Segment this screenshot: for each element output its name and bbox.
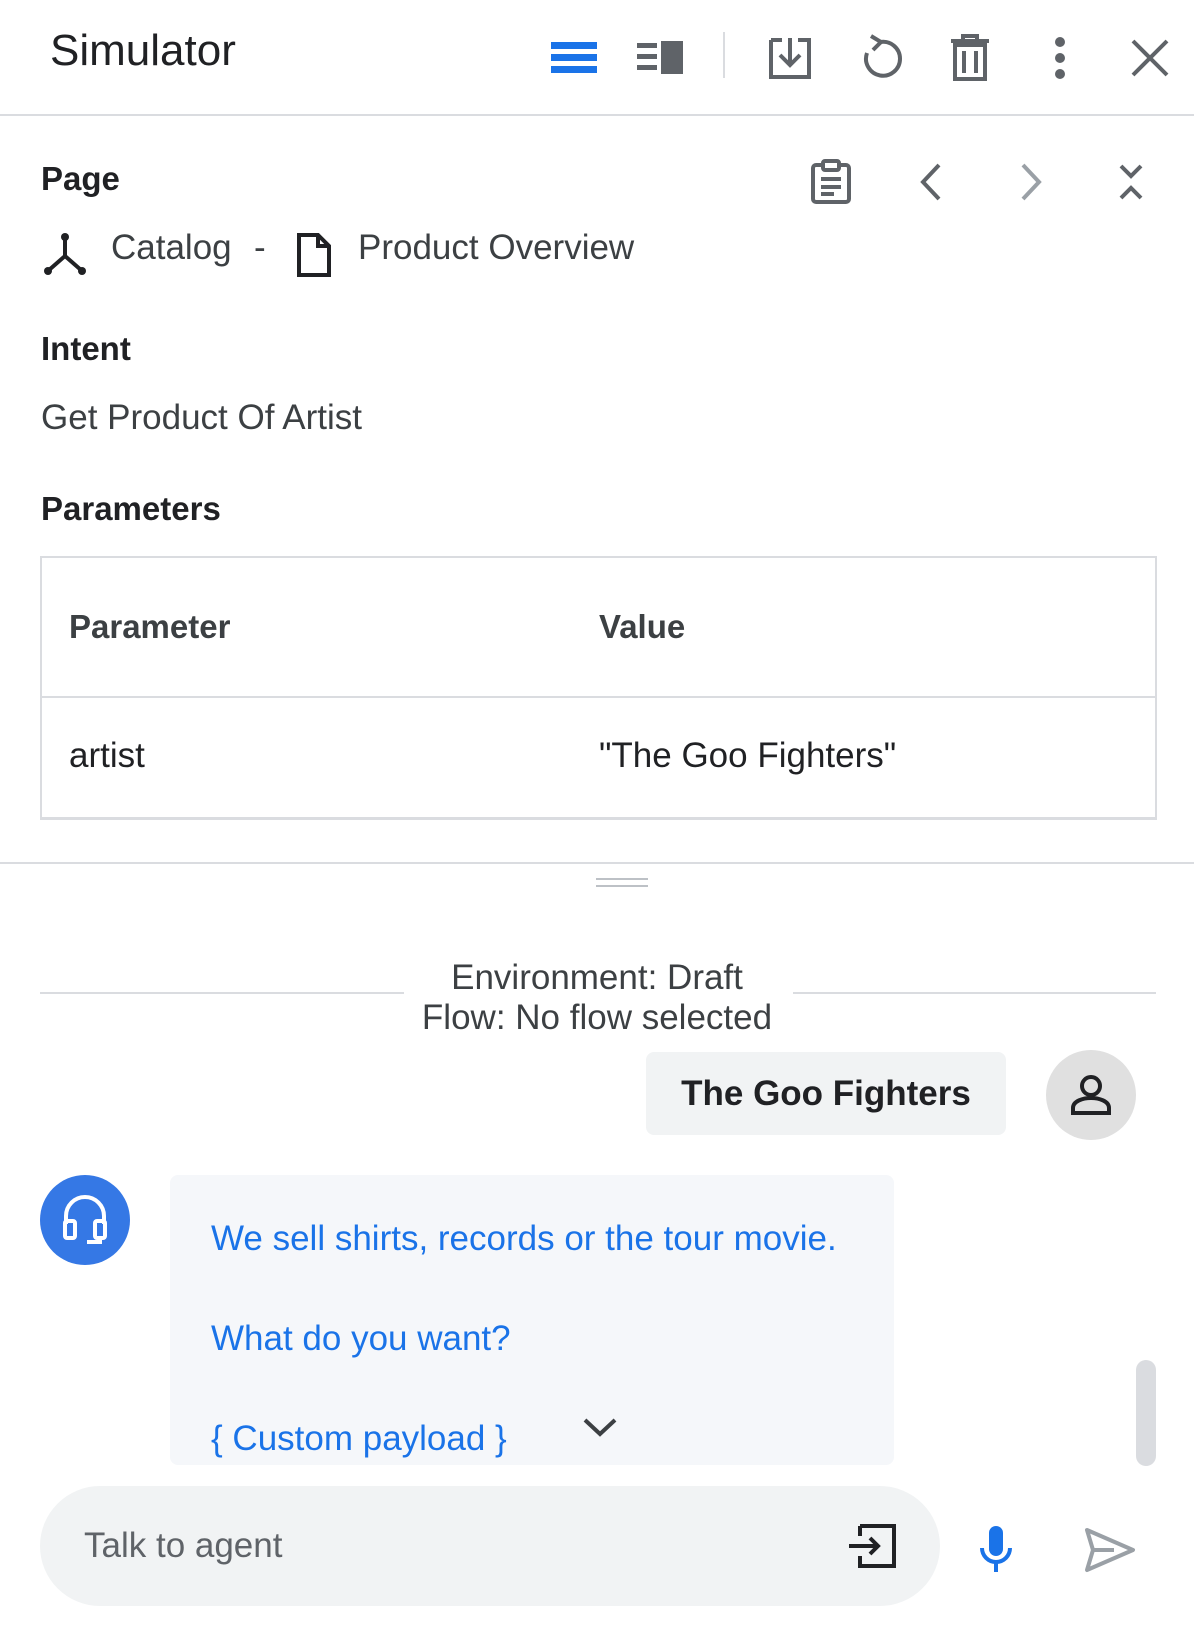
environment-label: Environment: Draft xyxy=(451,958,743,997)
send-event-icon[interactable] xyxy=(840,1516,904,1576)
user-message: The Goo Fighters xyxy=(646,1052,1006,1135)
conversation-scrollbar[interactable] xyxy=(1136,1360,1156,1466)
view-split-icon[interactable] xyxy=(633,30,689,86)
agent-message-line: What do you want? xyxy=(211,1319,511,1358)
reset-icon[interactable] xyxy=(852,30,908,86)
column-header-parameter: Parameter xyxy=(69,608,231,645)
clipboard-icon[interactable] xyxy=(803,154,859,210)
page-section-label: Page xyxy=(41,160,120,197)
simulator-header: Simulator xyxy=(0,0,1194,116)
simulator-panel: Simulator Page Catalog - Product Overvie… xyxy=(0,0,1194,1632)
flow-icon xyxy=(43,232,87,281)
chevron-left-icon[interactable] xyxy=(903,154,959,210)
breadcrumb-separator: - xyxy=(254,228,266,267)
talk-to-agent-input[interactable] xyxy=(84,1516,784,1576)
panel-divider xyxy=(0,862,1194,864)
more-vert-icon[interactable] xyxy=(1032,30,1088,86)
resize-grip-line xyxy=(596,878,648,880)
column-header-value: Value xyxy=(599,608,686,645)
page-icon xyxy=(296,232,332,283)
breadcrumb-page[interactable]: Product Overview xyxy=(358,228,634,268)
composer xyxy=(40,1486,940,1606)
send-icon[interactable] xyxy=(1078,1520,1142,1580)
agent-avatar-icon xyxy=(40,1175,130,1265)
mic-icon[interactable] xyxy=(966,1518,1026,1582)
parameters-table: Parameter Value artist "The Goo Fighters… xyxy=(40,556,1157,820)
intent-value: Get Product Of Artist xyxy=(41,398,362,437)
parameters-section-label: Parameters xyxy=(41,490,221,527)
view-list-icon[interactable] xyxy=(547,30,603,86)
agent-message-line: We sell shirts, records or the tour movi… xyxy=(211,1219,837,1258)
param-name-cell: artist xyxy=(69,736,145,775)
table-header-row: Parameter Value xyxy=(42,558,1155,698)
export-icon[interactable] xyxy=(762,30,818,86)
app-title: Simulator xyxy=(50,26,236,75)
close-icon[interactable] xyxy=(1122,30,1178,86)
collapse-icon[interactable] xyxy=(1103,154,1159,210)
user-avatar-icon xyxy=(1046,1050,1136,1140)
chevron-down-icon[interactable] xyxy=(578,1405,622,1449)
delete-icon[interactable] xyxy=(942,30,998,86)
toolbar-separator xyxy=(723,32,725,78)
flow-label: Flow: No flow selected xyxy=(421,998,773,1037)
intent-section-label: Intent xyxy=(41,330,131,367)
chevron-right-icon[interactable] xyxy=(1003,154,1059,210)
custom-payload-label[interactable]: { Custom payload } xyxy=(211,1419,507,1459)
param-value-cell: "The Goo Fighters" xyxy=(599,736,897,775)
resize-grip-line xyxy=(596,885,648,887)
breadcrumb-flow[interactable]: Catalog xyxy=(111,228,232,268)
agent-message: We sell shirts, records or the tour movi… xyxy=(170,1175,894,1465)
